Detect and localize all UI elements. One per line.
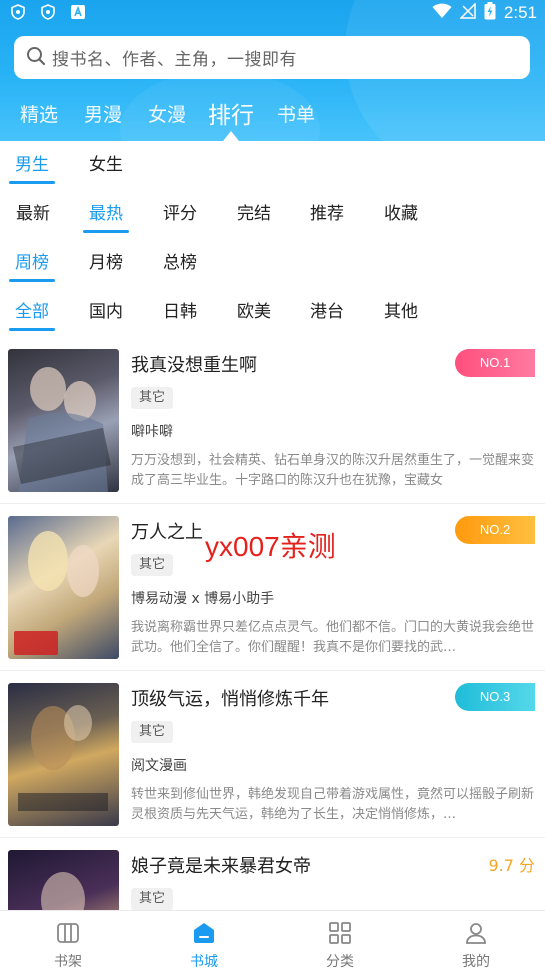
- book-cover: [8, 349, 119, 492]
- rank-badge: NO.2: [455, 516, 535, 544]
- gender-filter: 男生 女生: [0, 150, 545, 190]
- book-cover: [8, 850, 119, 910]
- sort-filter: 最新 最热 评分 完结 推荐 收藏: [0, 199, 545, 239]
- book-title: 顶级气运，悄悄修炼千年: [131, 689, 329, 710]
- book-author: 阅文漫画: [131, 758, 187, 774]
- sort-hottest[interactable]: 最热: [83, 199, 129, 233]
- region-all[interactable]: 全部: [9, 297, 55, 331]
- nav-label: 我的: [462, 954, 490, 970]
- book-tag: 其它: [131, 554, 173, 576]
- book-description: 我说离称霸世界只差亿点点灵气。他们都不信。门口的大黄说我会绝世武功。他们全信了。…: [131, 620, 535, 655]
- shield-icon: [10, 4, 26, 20]
- battery-charging-icon: [484, 2, 496, 24]
- watermark-text: yx007亲测: [205, 531, 336, 562]
- bookstore-icon: [192, 921, 216, 945]
- book-title: 娘子竟是未来暴君女帝: [131, 856, 311, 877]
- wifi-icon: [432, 3, 452, 23]
- search-bar[interactable]: 搜书名、作者、主角，一搜即有: [14, 36, 530, 79]
- tab-featured[interactable]: 精选: [20, 100, 58, 127]
- search-icon: [26, 46, 46, 70]
- category-icon: [328, 921, 352, 945]
- bottom-navigation: 书架 书城 分类 我的: [0, 910, 545, 972]
- header: 2:51 搜书名、作者、主角，一搜即有 精选 男漫 女漫 排行 书单: [0, 0, 545, 141]
- sort-recommended[interactable]: 推荐: [310, 199, 344, 224]
- book-description: 万万没想到，社会精英、钻石单身汉的陈汉升居然重生了，一觉醒来变成了高三毕业生。十…: [131, 453, 535, 488]
- book-title: 我真没想重生啊: [131, 355, 257, 376]
- nav-label: 分类: [326, 954, 354, 970]
- book-title: 万人之上: [131, 522, 203, 543]
- tab-ranking[interactable]: 排行: [208, 96, 254, 130]
- region-japan-korea[interactable]: 日韩: [163, 297, 197, 322]
- sort-completed[interactable]: 完结: [237, 199, 271, 224]
- bookshelf-icon: [56, 921, 80, 945]
- region-other[interactable]: 其他: [384, 297, 418, 322]
- rank-badge: NO.1: [455, 349, 535, 377]
- book-author: 噼咔噼: [131, 424, 173, 440]
- profile-icon: [464, 921, 488, 945]
- no-signal-icon: [459, 2, 476, 23]
- nav-profile[interactable]: 我的: [408, 911, 544, 972]
- book-cover: [8, 683, 119, 826]
- sort-rating[interactable]: 评分: [163, 199, 197, 224]
- book-tag: 其它: [131, 721, 173, 743]
- region-filter: 全部 国内 日韩 欧美 港台 其他: [0, 297, 545, 337]
- nav-label: 书架: [54, 954, 82, 970]
- status-time: 2:51: [503, 3, 537, 22]
- nav-bookshelf[interactable]: 书架: [0, 911, 136, 972]
- tab-female-comics[interactable]: 女漫: [148, 100, 186, 127]
- nav-bookstore[interactable]: 书城: [136, 911, 272, 972]
- main-tabs: 精选 男漫 女漫 排行 书单: [0, 96, 545, 136]
- period-filter: 周榜 月榜 总榜: [0, 248, 545, 288]
- book-item[interactable]: 我真没想重生啊 其它 噼咔噼 万万没想到，社会精英、钻石单身汉的陈汉升居然重生了…: [0, 337, 545, 504]
- active-tab-indicator: [223, 131, 239, 141]
- region-western[interactable]: 欧美: [237, 297, 271, 322]
- period-total[interactable]: 总榜: [163, 248, 197, 273]
- book-author: 博易动漫 x 博易小助手: [131, 591, 275, 607]
- filter-female[interactable]: 女生: [89, 150, 123, 175]
- app-a-icon: [70, 4, 86, 20]
- region-domestic[interactable]: 国内: [89, 297, 123, 322]
- filter-male[interactable]: 男生: [9, 150, 55, 184]
- ranking-list: 我真没想重生啊 其它 噼咔噼 万万没想到，社会精英、钻石单身汉的陈汉升居然重生了…: [0, 337, 545, 910]
- book-item[interactable]: 娘子竟是未来暴君女帝 其它 9.7 分: [0, 838, 545, 910]
- tab-male-comics[interactable]: 男漫: [84, 100, 122, 127]
- tab-booklist[interactable]: 书单: [277, 100, 315, 127]
- period-weekly[interactable]: 周榜: [9, 248, 55, 282]
- book-cover: [8, 516, 119, 659]
- book-tag: 其它: [131, 387, 173, 409]
- book-tag: 其它: [131, 888, 173, 910]
- book-score: 9.7 分: [488, 856, 535, 875]
- book-item[interactable]: 顶级气运，悄悄修炼千年 其它 阅文漫画 转世来到修仙世界，韩绝发现自己带着游戏属…: [0, 671, 545, 838]
- nav-category[interactable]: 分类: [272, 911, 408, 972]
- rank-badge: NO.3: [455, 683, 535, 711]
- sort-newest[interactable]: 最新: [16, 199, 50, 224]
- search-placeholder: 搜书名、作者、主角，一搜即有: [52, 50, 297, 70]
- sort-favorites[interactable]: 收藏: [384, 199, 418, 224]
- status-bar: 2:51: [0, 0, 545, 26]
- nav-label: 书城: [190, 954, 218, 970]
- period-monthly[interactable]: 月榜: [89, 248, 123, 273]
- region-hk-tw[interactable]: 港台: [310, 297, 344, 322]
- shield-icon: [40, 4, 56, 20]
- book-description: 转世来到修仙世界，韩绝发现自己带着游戏属性，竟然可以摇骰子刷新灵根资质与先天气运…: [131, 787, 535, 822]
